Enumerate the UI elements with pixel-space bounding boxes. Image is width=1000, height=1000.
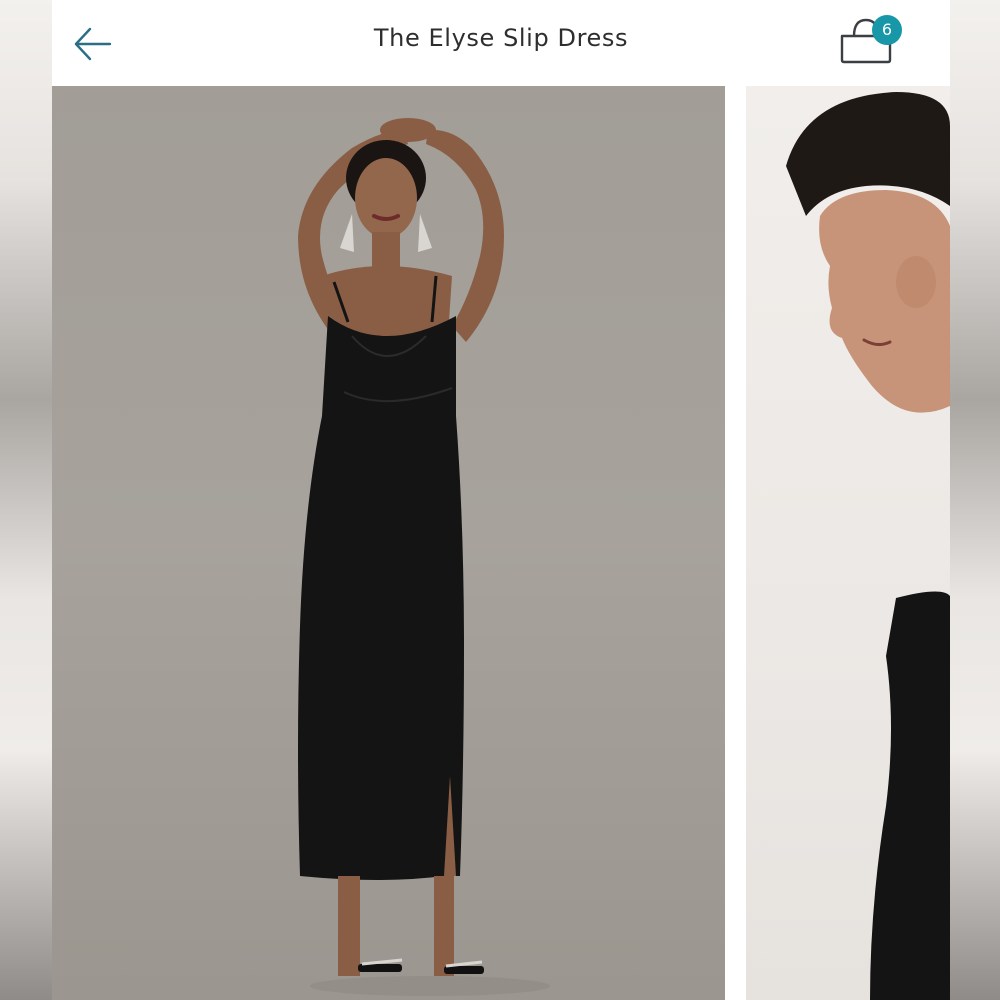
product-photo-model-full-length[interactable] xyxy=(52,86,725,1000)
shopping-bag-button[interactable]: 6 xyxy=(836,12,906,72)
screen-edge-left xyxy=(0,0,52,1000)
screen-edge-right xyxy=(950,0,1000,1000)
product-screen: The Elyse Slip Dress 6 xyxy=(52,0,950,1000)
product-photo-model-closeup[interactable] xyxy=(746,86,950,1000)
model-illustration xyxy=(298,118,550,996)
page-title: The Elyse Slip Dress xyxy=(373,24,629,52)
top-bar: The Elyse Slip Dress 6 xyxy=(52,0,950,86)
cart-count-badge: 6 xyxy=(872,15,902,45)
product-image-gallery[interactable] xyxy=(52,86,950,1000)
model-closeup-illustration xyxy=(786,92,950,1000)
